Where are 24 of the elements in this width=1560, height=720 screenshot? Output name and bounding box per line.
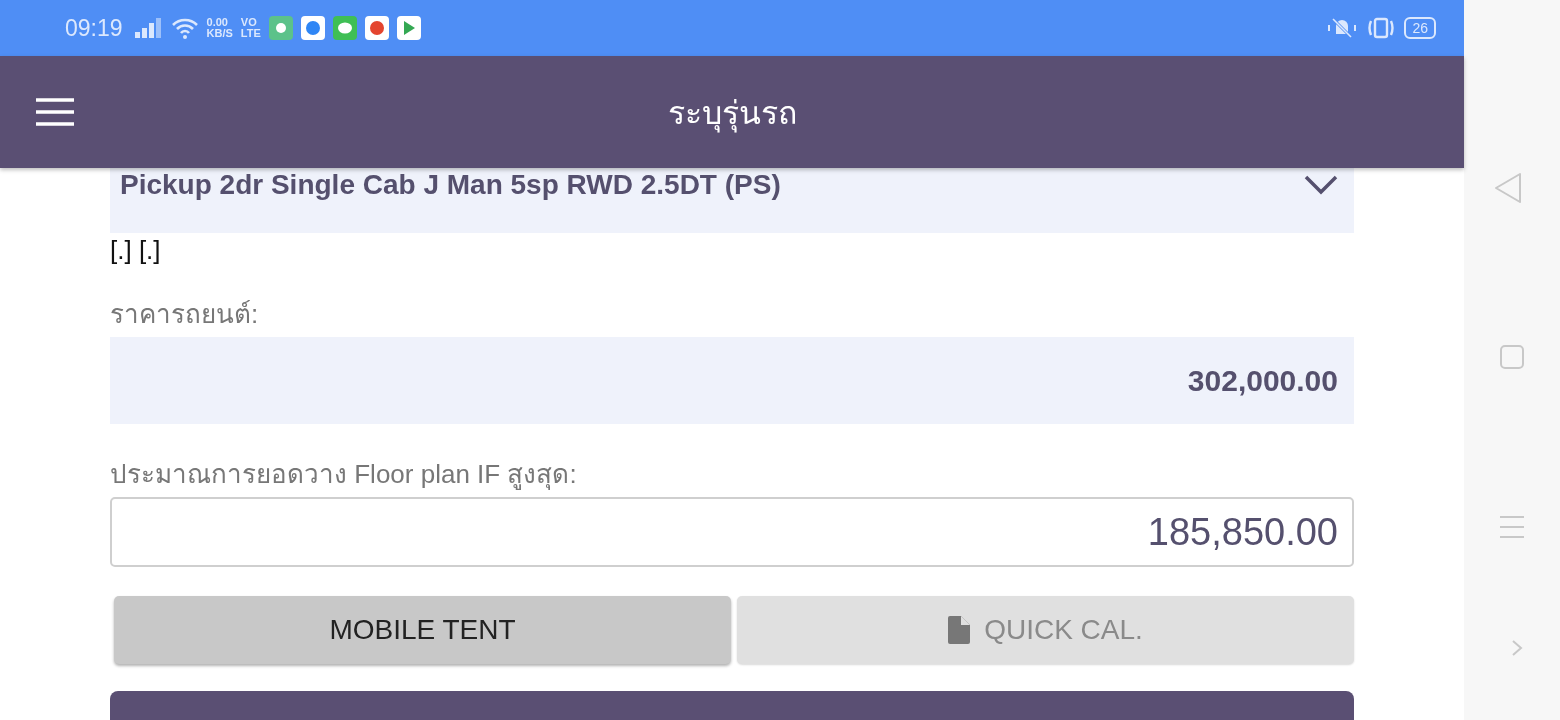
file-icon [948, 616, 971, 644]
mobile-tent-button[interactable]: MOBILE TENT [114, 596, 731, 664]
network-label: LTE [240, 28, 261, 39]
input-field[interactable]: 185,850.00 [110, 497, 1354, 567]
home-icon[interactable] [1499, 344, 1525, 370]
chevron-down-icon [1304, 174, 1338, 195]
field-label: ราคารถยนต์: [110, 298, 260, 331]
network-label: VO [240, 17, 258, 28]
battery-level: 26 [1404, 17, 1436, 39]
speed-unit: KB/S [206, 28, 233, 39]
wifi-icon [170, 17, 199, 39]
bottom-button[interactable] [110, 691, 1354, 720]
back-icon[interactable] [1494, 172, 1522, 204]
muted-bell-icon [1326, 17, 1359, 39]
price-field: 302,000.00 [110, 337, 1354, 424]
field-label: ประมาณการยอดวาง Floor plan IF สูงสุด: [110, 458, 578, 492]
model-dropdown[interactable]: Pickup 2dr Single Cab J Man 5sp RWD 2.5DT (PS) [110, 168, 1354, 233]
clock: 09:19 [65, 14, 123, 42]
speed-value: 0.00 [206, 17, 229, 28]
note-text: [.] [.] [110, 234, 162, 267]
chevron-right-icon[interactable] [1511, 639, 1523, 657]
page-title: ระบุรุ่นรถ [667, 93, 797, 135]
signal-icon [134, 18, 163, 38]
vibrate-icon [1366, 17, 1397, 39]
